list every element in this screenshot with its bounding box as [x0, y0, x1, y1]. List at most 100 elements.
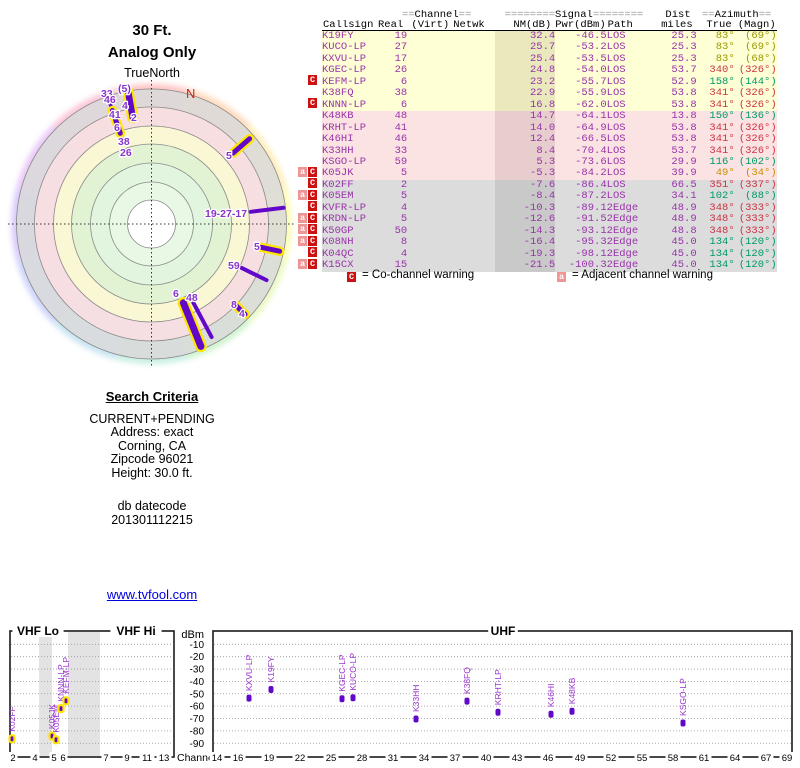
cell-magn: (34°)	[735, 168, 777, 179]
cell-path: 2Edge	[607, 203, 653, 214]
cell-path: LOS	[607, 100, 653, 111]
cell-netwk	[449, 226, 495, 237]
cell-callsign: KUCO-LP	[322, 42, 378, 53]
cell-path: LOS	[607, 168, 653, 179]
cell-pwr: -66.5	[555, 134, 606, 145]
cell-nm: 22.9	[495, 88, 555, 99]
channel-tick-label: 37	[450, 753, 461, 764]
cell-true: 102°	[697, 191, 735, 202]
cell-netwk	[449, 214, 495, 225]
cell-netwk	[449, 77, 495, 88]
cell-virt	[407, 249, 449, 260]
station-bar	[340, 695, 345, 702]
tvfool-link[interactable]: www.tvfool.com	[107, 587, 197, 602]
cell-magn: (68°)	[735, 54, 777, 65]
station-bar	[59, 705, 64, 712]
cell-real: 46	[378, 134, 407, 145]
channel-tick-label: 49	[575, 753, 586, 764]
band-panel-vhf: VHF LoVHF Hi2456791113K02FFK05JKK05EMKNN…	[7, 624, 174, 764]
cell-miles: 25.3	[653, 54, 697, 65]
cell-virt	[407, 226, 449, 237]
cell-magn: (69°)	[735, 42, 777, 53]
cell-callsign: K08NH	[322, 237, 378, 248]
cell-path: 2Edge	[607, 237, 653, 248]
channel-tick-label: 64	[730, 753, 741, 764]
channel-tick-label: 46	[543, 753, 554, 764]
cell-miles: 45.0	[653, 237, 697, 248]
cell-true: 116°	[697, 157, 735, 168]
cell-real: 4	[378, 203, 407, 214]
cell-nm: 16.8	[495, 100, 555, 111]
cell-nm: 23.2	[495, 77, 555, 88]
cell-true: 348°	[697, 214, 735, 225]
cell-netwk	[449, 134, 495, 145]
table-row: K48KB4814.7-64.1LOS13.8150°(136°)	[322, 111, 777, 122]
cell-real: 26	[378, 65, 407, 76]
cell-real: 5	[378, 191, 407, 202]
cell-callsign: K50GP	[322, 226, 378, 237]
cell-miles: 48.9	[653, 203, 697, 214]
table-row: K38FQ3822.9-55.9LOS53.8341°(326°)	[322, 88, 777, 99]
cell-netwk	[449, 31, 495, 43]
station-bar-label: K19FY	[266, 656, 276, 682]
table-row: K50GP50-14.3-93.12Edge48.8348°(333°)	[322, 226, 777, 237]
station-bar-label: KRHT-LP	[493, 669, 503, 705]
column-header-callsign: Callsign	[322, 20, 378, 31]
channel-tick-label: 55	[637, 753, 648, 764]
adjacent-channel-legend: a= Adjacent channel warning	[557, 269, 713, 282]
search-address-type: Address: exact	[32, 426, 272, 440]
cell-callsign: K05JK	[322, 168, 378, 179]
cell-miles: 45.0	[653, 249, 697, 260]
column-header-nmdb: NM(dB)	[495, 20, 555, 31]
cell-real: 33	[378, 146, 407, 157]
channel-tick-label: 61	[699, 753, 710, 764]
co-channel-warning-icon: C	[308, 259, 317, 269]
cell-magn: (136°)	[735, 111, 777, 122]
cell-path: LOS	[607, 123, 653, 134]
radar-channel-label: 5	[254, 241, 260, 253]
co-channel-legend-text: = Co-channel warning	[362, 269, 474, 281]
channel-tick-label: 16	[233, 753, 244, 764]
cell-magn: (333°)	[735, 226, 777, 237]
cell-nm: -14.3	[495, 226, 555, 237]
channel-tick-label: 11	[142, 753, 152, 764]
cell-netwk	[449, 65, 495, 76]
table-row: KNNN-LP616.8-62.0LOS53.8341°(326°)	[322, 100, 777, 111]
channel-tick-label: 43	[512, 753, 523, 764]
cell-true: 134°	[697, 237, 735, 248]
dbm-tick-label: -50	[190, 689, 205, 700]
cell-miles: 25.3	[653, 31, 697, 43]
cell-netwk	[449, 123, 495, 134]
band-header-vhf-hi: VHF Hi	[116, 624, 155, 638]
cell-pwr: -64.9	[555, 123, 606, 134]
station-bar-label: K38FQ	[462, 667, 472, 694]
signal-group-header: ========Signal========	[495, 10, 652, 20]
adjacent-channel-warning-icon: a	[298, 213, 307, 223]
cell-path: 2Edge	[607, 214, 653, 225]
adjacent-channel-legend-text: = Adjacent channel warning	[572, 269, 713, 281]
cell-path: LOS	[607, 65, 653, 76]
cell-true: 83°	[697, 31, 735, 43]
table-row: K46HI4612.4-66.5LOS53.8341°(326°)	[322, 134, 777, 145]
cell-nm: -21.5	[495, 260, 555, 271]
cell-nm: 32.4	[495, 31, 555, 43]
cell-real: 17	[378, 54, 407, 65]
compass-n-label: N	[186, 86, 195, 101]
cell-netwk	[449, 157, 495, 168]
cell-pwr: -98.1	[555, 249, 606, 260]
cell-pwr: -53.2	[555, 42, 606, 53]
cell-miles: 13.8	[653, 111, 697, 122]
co-channel-warning-icon: C	[308, 75, 317, 85]
station-table: ==Channel== ========Signal======== Dist …	[322, 10, 777, 272]
cell-miles: 39.9	[653, 168, 697, 179]
cell-nm: -19.3	[495, 249, 555, 260]
cell-netwk	[449, 54, 495, 65]
cell-magn: (326°)	[735, 100, 777, 111]
search-height: Height: 30.0 ft.	[32, 467, 272, 481]
signal-strength-chart: dBm-10-20-30-40-50-60-70-80-90ChannelVHF…	[0, 615, 800, 768]
station-bar-label: K46HI	[546, 684, 556, 708]
cell-callsign: K05EM	[322, 191, 378, 202]
cell-true: 150°	[697, 111, 735, 122]
dbm-tick-label: -30	[190, 665, 205, 676]
table-row: KRDN-LP5-12.6-91.52Edge48.9348°(333°)	[322, 214, 777, 225]
